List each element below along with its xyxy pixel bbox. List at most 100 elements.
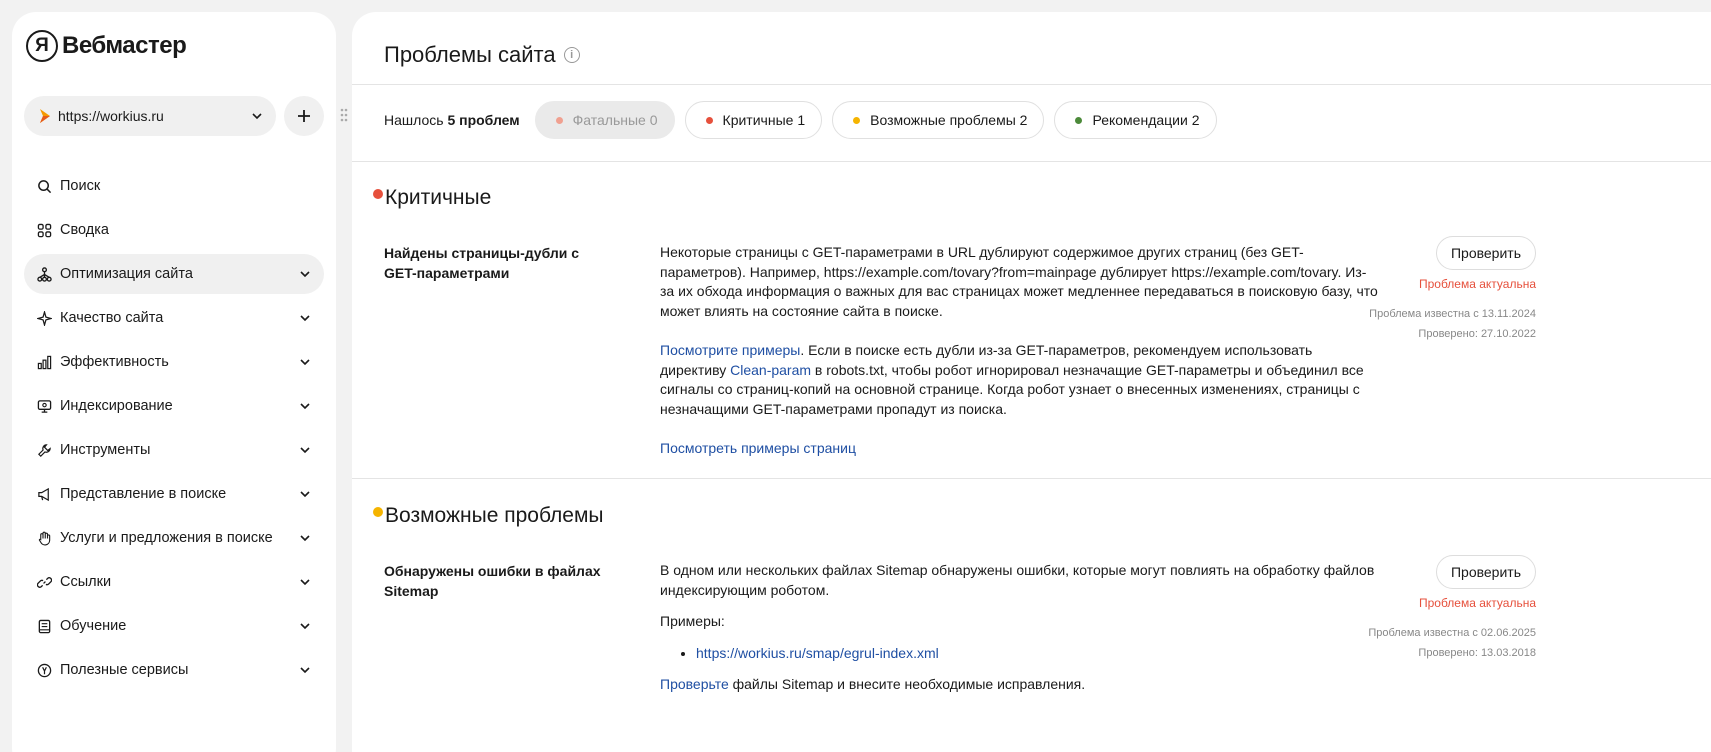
section-title-possible: Возможные проблемы: [373, 504, 604, 528]
section-title-critical: Критичные: [373, 186, 491, 210]
list-item: https://workius.ru/smap/egrul-index.xml: [696, 644, 1380, 664]
yandex-logo-icon: Я: [26, 30, 58, 62]
bar-chart-icon: [36, 354, 52, 370]
chevron-down-icon: [300, 623, 310, 630]
sidebar-item-5[interactable]: Индексирование: [24, 386, 324, 426]
problem-meta: Проблема известна с 02.06.2025 Проверено…: [1336, 623, 1536, 663]
site-favicon-icon: [40, 109, 50, 123]
problem-status: Проверить Проблема актуальна Проблема из…: [1336, 236, 1536, 344]
chevron-down-icon: [300, 315, 310, 322]
sidebar-item-label: Сводка: [60, 222, 109, 238]
sidebar-item-label: Полезные сервисы: [60, 662, 189, 678]
section-title-text: Критичные: [385, 186, 492, 209]
problem-text: В одном или нескольких файлах Sitemap об…: [660, 562, 1375, 598]
problem-description: В одном или нескольких файлах Sitemap об…: [660, 561, 1380, 715]
sidebar-item-7[interactable]: Представление в поиске: [24, 474, 324, 514]
divider: [352, 478, 1711, 479]
divider: [352, 84, 1711, 85]
sidebar-item-label: Оптимизация сайта: [60, 266, 193, 282]
chevron-down-icon: [300, 667, 310, 674]
known-since: Проблема известна с 13.11.2024: [1369, 308, 1536, 320]
filter-chip-3[interactable]: Рекомендации 2: [1054, 101, 1217, 139]
page-title-text: Проблемы сайта: [384, 42, 556, 67]
filter-label: Рекомендации: [1092, 112, 1188, 128]
hand-icon: [36, 530, 52, 546]
sidebar-item-9[interactable]: Ссылки: [24, 562, 324, 602]
link-icon: [36, 574, 52, 590]
sidebar-item-4[interactable]: Эффективность: [24, 342, 324, 382]
wrench-icon: [36, 442, 52, 458]
drag-handle-icon[interactable]: [340, 108, 348, 122]
megaphone-icon: [36, 486, 52, 502]
sidebar-item-1[interactable]: Сводка: [24, 210, 324, 250]
sidebar-item-3[interactable]: Качество сайта: [24, 298, 324, 338]
filter-count: 2: [1019, 112, 1028, 128]
sidebar-item-label: Эффективность: [60, 354, 169, 370]
sidebar-item-label: Услуги и предложения в поиске: [60, 530, 273, 546]
main-content: Проблемы сайта i Нашлось 5 проблем Фатал…: [352, 12, 1711, 752]
status-badge: Проблема актуальна: [1418, 277, 1536, 291]
check-button[interactable]: Проверить: [1435, 555, 1536, 589]
status-dot-icon: [705, 116, 713, 124]
problem-text: Проверьте файлы Sitemap и внесите необхо…: [660, 676, 1086, 692]
book-icon: [36, 618, 52, 634]
check-button[interactable]: Проверить: [1435, 236, 1536, 270]
add-site-button[interactable]: [284, 96, 324, 136]
problem-name: Найдены страницы-дубли с GET-параметрами: [384, 245, 580, 281]
site-selector[interactable]: https://workius.ru: [24, 96, 276, 136]
filter-label: Возможные проблемы: [870, 112, 1016, 128]
sidebar-item-label: Обучение: [60, 618, 127, 634]
problem-description: Некоторые страницы с GET-параметрами в U…: [660, 243, 1380, 479]
filter-chip-0: Фатальные 0: [534, 101, 675, 139]
known-since: Проблема известна с 02.06.2025: [1368, 627, 1536, 639]
chevron-down-icon: [300, 359, 310, 366]
sidebar-item-label: Качество сайта: [60, 310, 164, 326]
chevron-down-icon: [300, 491, 310, 498]
filter-label: Критичные: [722, 112, 794, 128]
sidebar-item-11[interactable]: Полезные сервисы: [24, 650, 324, 690]
clean-param-link[interactable]: Clean-param: [730, 362, 811, 378]
sidebar-item-label: Поиск: [60, 178, 101, 194]
sidebar-item-label: Ссылки: [60, 574, 112, 590]
see-examples-link[interactable]: Посмотрите примеры: [660, 342, 800, 358]
status-dot-icon: [555, 116, 563, 124]
status-dot-icon: [853, 116, 861, 124]
grid-icon: [36, 222, 52, 238]
sitemap-icon: [36, 266, 52, 282]
info-icon[interactable]: i: [563, 47, 580, 63]
sidebar-item-0[interactable]: Поиск: [24, 166, 324, 206]
chevron-down-icon: [300, 447, 310, 454]
sidebar-item-6[interactable]: Инструменты: [24, 430, 324, 470]
sidebar-item-10[interactable]: Обучение: [24, 606, 324, 646]
sidebar-item-2[interactable]: Оптимизация сайта: [24, 254, 324, 294]
sparkle-icon: [36, 310, 52, 326]
sidebar-nav: Поиск Сводка Оптимизация сайта Качество сай…: [24, 166, 324, 694]
chevron-down-icon: [300, 271, 310, 278]
monitor-icon: [36, 398, 52, 414]
check-sitemap-link[interactable]: Проверьте: [660, 676, 729, 692]
filter-count: 1: [797, 112, 806, 128]
logo[interactable]: Я Вебмастер: [26, 30, 187, 62]
examples-label: Примеры:: [660, 613, 725, 629]
problem-meta: Проблема известна с 13.11.2024 Проверено…: [1336, 304, 1536, 344]
filter-chip-1[interactable]: Критичные 1: [684, 101, 823, 139]
search-icon: [36, 178, 52, 194]
filter-count: 0: [649, 112, 658, 128]
problem-status: Проверить Проблема актуальна Проблема из…: [1336, 555, 1536, 663]
chevron-down-icon: [300, 535, 310, 542]
sidebar-item-label: Представление в поиске: [60, 486, 227, 502]
see-page-examples-link[interactable]: Посмотреть примеры страниц: [660, 440, 856, 456]
example-link[interactable]: https://workius.ru/smap/egrul-index.xml: [696, 645, 939, 661]
filters-bar: Нашлось 5 проблем Фатальные 0 Критичные 1…: [384, 101, 1227, 139]
sidebar: Я Вебмастер https://workius.ru Поиск Свод…: [12, 12, 336, 752]
found-summary: Нашлось 5 проблем: [384, 112, 520, 128]
filter-label: Фатальные: [572, 112, 646, 128]
problem-text: Некоторые страницы с GET-параметрами в U…: [660, 244, 1378, 319]
problem-text: Посмотрите примеры. Если в поиске есть д…: [660, 342, 1364, 417]
filter-chip-2[interactable]: Возможные проблемы 2: [832, 101, 1045, 139]
checked-date: Проверено: 27.10.2022: [1418, 328, 1536, 340]
examples-list: https://workius.ru/smap/egrul-index.xml: [696, 644, 1380, 664]
chevron-down-icon: [252, 113, 262, 120]
filter-count: 2: [1191, 112, 1200, 128]
sidebar-item-8[interactable]: Услуги и предложения в поиске: [24, 518, 324, 558]
